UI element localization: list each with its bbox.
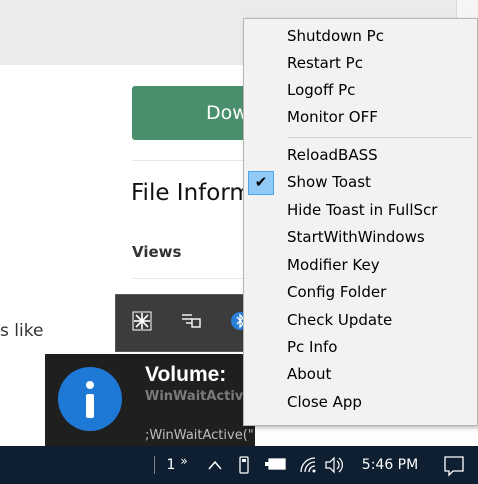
menu-item-check-update[interactable]: Check Update [246, 307, 476, 334]
toast-title: Volume: [145, 363, 227, 386]
menu-item-reloadbass[interactable]: ReloadBASS [246, 142, 476, 169]
info-icon [58, 367, 122, 431]
action-center-icon[interactable] [442, 446, 466, 484]
menu-separator [288, 137, 472, 138]
menu-item-close-app[interactable]: Close App [246, 389, 476, 416]
show-hidden-icons-button[interactable] [205, 446, 225, 484]
views-label: Views [132, 243, 182, 261]
menu-item-show-toast[interactable]: Show Toast [246, 169, 476, 196]
scrollbar[interactable] [456, 0, 478, 20]
battery-plug-icon[interactable] [262, 446, 290, 484]
file-info-heading: File Inform [131, 180, 252, 206]
menu-item-pc-info[interactable]: Pc Info [246, 334, 476, 361]
menu-item-restart-pc[interactable]: Restart Pc [246, 50, 476, 77]
toast-body: ;WinWaitActive("Notepad", "Do [145, 428, 255, 443]
wifi-icon[interactable] [298, 446, 318, 484]
menu-item-shutdown-pc[interactable]: Shutdown Pc [246, 23, 476, 50]
menu-item-startwithwindows[interactable]: StartWithWindows [246, 224, 476, 251]
page-text-fragment: s like [0, 321, 44, 341]
toast-subtitle: WinWaitActive [145, 389, 253, 404]
clock[interactable]: 5:46 PM [358, 446, 422, 484]
overflow-count[interactable]: 1 [164, 446, 178, 484]
menu-item-monitor-off[interactable]: Monitor OFF [246, 104, 476, 131]
menu-item-about[interactable]: About [246, 361, 476, 388]
overflow-chevron-icon[interactable]: » [178, 446, 190, 484]
menu-item-hide-toast-in-fullscr[interactable]: Hide Toast in FullScr [246, 197, 476, 224]
menu-item-logoff-pc[interactable]: Logoff Pc [246, 77, 476, 104]
context-menu: Shutdown Pc Restart Pc Logoff Pc Monitor… [243, 18, 478, 426]
volume-icon[interactable] [323, 446, 345, 484]
snowflake-app-icon[interactable] [132, 311, 152, 331]
usb-icon[interactable] [236, 446, 252, 484]
display-app-icon[interactable] [180, 311, 201, 331]
toast-notification[interactable]: Volume: WinWaitActive ;WinWaitActive("No… [45, 354, 255, 446]
menu-item-config-folder[interactable]: Config Folder [246, 279, 476, 306]
tray-overflow-flyout [115, 294, 255, 352]
taskbar-separator [154, 456, 155, 474]
menu-item-modifier-key[interactable]: Modifier Key [246, 252, 476, 279]
taskbar: 1 » 5:46 PM [0, 446, 478, 484]
